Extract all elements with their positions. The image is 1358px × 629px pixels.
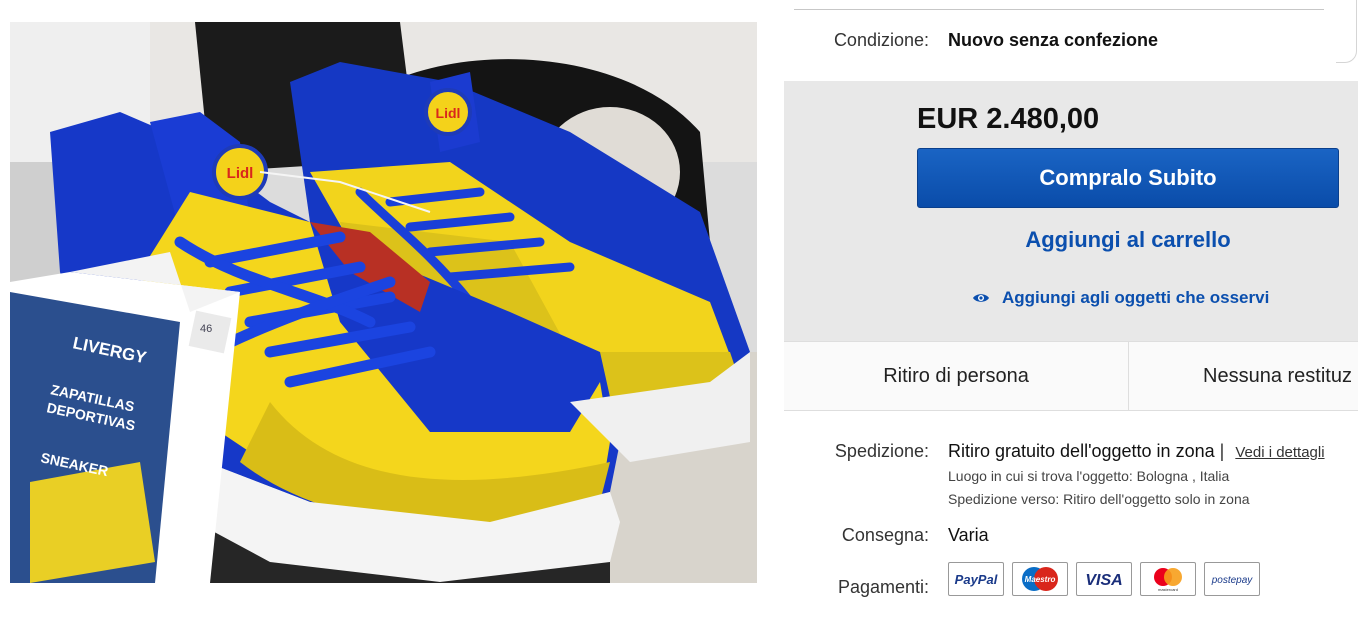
delivery-value: Varia: [948, 525, 989, 545]
delivery-options: Ritiro di persona Nessuna restituz: [784, 341, 1358, 411]
divider: [794, 9, 1324, 10]
svg-text:VISA: VISA: [1085, 572, 1122, 589]
visa-logo: VISA: [1076, 562, 1132, 596]
svg-text:mastercard: mastercard: [1158, 587, 1178, 592]
product-photo[interactable]: Lidl Lidl LIVERGY ZAPATILLAS DEPORTIVAS …: [10, 22, 757, 583]
item-location: Luogo in cui si trova l'oggetto: Bologna…: [948, 468, 1230, 484]
condition-label: Condizione:: [833, 30, 929, 50]
option-local-pickup[interactable]: Ritiro di persona: [784, 342, 1129, 410]
price: EUR 2.480,00: [917, 103, 1100, 135]
delivery-label: Consegna:: [841, 525, 929, 545]
shipping-separator: |: [1219, 441, 1225, 461]
svg-text:PayPal: PayPal: [955, 572, 998, 587]
eye-icon: [973, 294, 989, 302]
lidl-logo-back: Lidl: [436, 105, 461, 121]
shipping-text: Ritiro gratuito dell'oggetto in zona: [948, 441, 1215, 461]
shipping-details-link[interactable]: Vedi i dettagli: [1235, 444, 1324, 461]
payment-methods: PayPal Maestro VISA mastercard postepay: [948, 562, 1260, 596]
postepay-logo: postepay: [1204, 562, 1260, 596]
sneaker-image: Lidl Lidl LIVERGY ZAPATILLAS DEPORTIVAS …: [10, 22, 757, 583]
add-to-cart-button[interactable]: Aggiungi al carrello: [917, 220, 1339, 260]
mastercard-logo: mastercard: [1140, 562, 1196, 596]
option-returns[interactable]: Nessuna restituz: [1129, 342, 1358, 410]
purchase-panel: Condizione: Nuovo senza confezione EUR 2…: [784, 0, 1358, 629]
ships-to: Spedizione verso: Ritiro dell'oggetto so…: [948, 491, 1250, 507]
svg-text:Maestro: Maestro: [1025, 575, 1056, 584]
buy-now-button[interactable]: Compralo Subito: [917, 148, 1339, 208]
add-to-watchlist-link[interactable]: Aggiungi agli oggetti che osservi: [972, 284, 1269, 312]
shipping-label: Spedizione:: [834, 441, 929, 461]
shipping-value: Ritiro gratuito dell'oggetto in zona | V…: [948, 441, 1325, 462]
maestro-logo: Maestro: [1012, 562, 1068, 596]
lidl-logo-front: Lidl: [227, 165, 254, 182]
condition-value: Nuovo senza confezione: [948, 30, 1159, 50]
panel-corner: [1336, 0, 1357, 63]
paypal-logo: PayPal: [948, 562, 1004, 596]
svg-text:postepay: postepay: [1211, 575, 1254, 586]
image-gallery: Lidl Lidl LIVERGY ZAPATILLAS DEPORTIVAS …: [0, 0, 770, 629]
payments-label: Pagamenti:: [837, 577, 929, 597]
watch-label: Aggiungi agli oggetti che osservi: [1002, 288, 1270, 307]
tag-size: 46: [200, 323, 212, 335]
